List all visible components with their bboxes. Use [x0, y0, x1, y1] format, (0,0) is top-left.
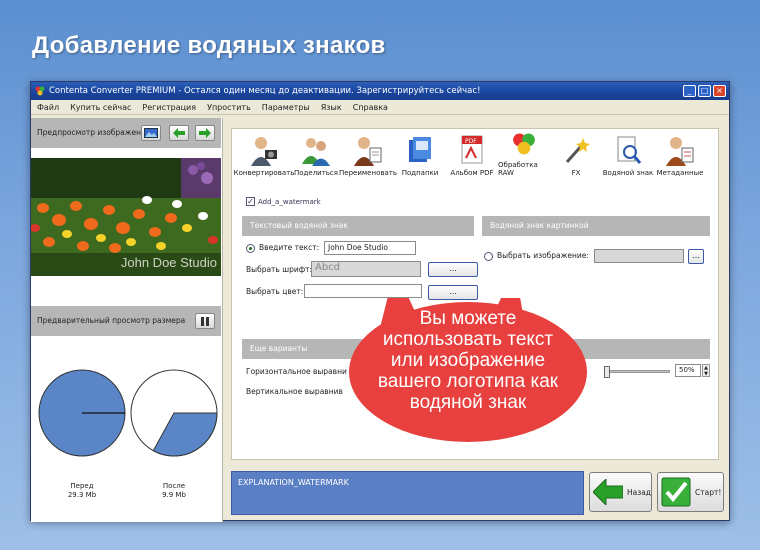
- menu-simplify[interactable]: Упростить: [207, 100, 251, 114]
- before-label: Перед 29.3 Mb: [67, 482, 97, 499]
- choose-image-radio[interactable]: Выбрать изображение:: [484, 251, 589, 261]
- svg-text:PDF: PDF: [465, 138, 477, 145]
- enter-text-radio-dot[interactable]: [246, 243, 255, 253]
- choose-font-button[interactable]: ...: [428, 262, 478, 277]
- tool-pdf-album[interactable]: PDF Альбом PDF: [446, 129, 498, 179]
- pause-icon: [201, 316, 209, 326]
- tool-raw[interactable]: Обработка RAW: [498, 129, 550, 179]
- tool-rename[interactable]: Переименовать: [339, 129, 397, 179]
- tool-metadata[interactable]: Метаданные: [654, 129, 706, 179]
- back-button[interactable]: Назад: [589, 472, 652, 512]
- folders-icon: [409, 137, 431, 162]
- window-title: Contenta Converter PREMIUM - Остался оди…: [49, 86, 481, 96]
- opacity-slider-track[interactable]: [604, 370, 670, 373]
- explanation-box: EXPLANATION_WATERMARK: [231, 471, 584, 515]
- size-preview-label: Предварительный просмотр размера: [37, 316, 186, 325]
- menu-bar: Файл Купить сейчас Регистрация Упростить…: [31, 100, 729, 115]
- opacity-slider-thumb[interactable]: [604, 366, 610, 378]
- color-label: Выбрать цвет:: [246, 287, 304, 296]
- menu-language[interactable]: Язык: [321, 100, 342, 114]
- tool-subfolders[interactable]: Подпапки: [394, 129, 446, 179]
- pdf-icon: PDF: [461, 135, 483, 164]
- next-image-button[interactable]: [195, 125, 215, 141]
- watermark-checkbox[interactable]: ✓: [246, 197, 255, 206]
- font-label: Выбрать шрифт:: [246, 265, 313, 274]
- menu-settings[interactable]: Параметры: [262, 100, 310, 114]
- image-path-field[interactable]: [594, 249, 684, 263]
- arrow-right-icon: [199, 128, 211, 138]
- watermark-toggle[interactable]: ✓ Add_a_watermark: [246, 197, 321, 206]
- tool-share[interactable]: Поделиться: [290, 129, 342, 179]
- color-field[interactable]: [304, 284, 422, 298]
- toolbar: Конвертировать Поделиться Переименовать …: [232, 129, 718, 179]
- back-arrow-icon: [593, 479, 623, 505]
- preview-header: Предпросмотр изображения: [31, 118, 221, 148]
- color-balls-icon: [513, 133, 535, 155]
- person-camera-icon: [251, 137, 277, 166]
- image-watermark-group: Водяной знак картинкой: [482, 216, 710, 236]
- pause-button[interactable]: [195, 313, 215, 329]
- minimize-button[interactable]: _: [683, 85, 696, 97]
- watermark-overlay-text: John Doe Studio: [120, 255, 217, 270]
- image-preview: John Doe Studio: [31, 158, 221, 276]
- opacity-spinner[interactable]: ▲ ▼: [702, 364, 710, 377]
- arrow-left-icon: [173, 128, 185, 138]
- tool-fx[interactable]: FX: [550, 129, 602, 179]
- size-pies: Перед 29.3 Mb После 9.9 Mb: [31, 368, 221, 518]
- before-size-pie: [38, 369, 126, 457]
- magic-wand-icon: [565, 138, 590, 163]
- magnifier-document-icon: [617, 136, 642, 164]
- tool-watermark[interactable]: Водяной знак: [602, 129, 654, 179]
- after-size-pie: [130, 369, 218, 457]
- title-bar: Contenta Converter PREMIUM - Остался оди…: [31, 82, 729, 100]
- left-panel: Предпросмотр изображения John Doe Studio…: [31, 118, 223, 522]
- checkmark-icon: [661, 477, 691, 507]
- menu-help[interactable]: Справка: [353, 100, 388, 114]
- preview-image-button[interactable]: [141, 125, 161, 141]
- person-document-icon: [354, 137, 382, 166]
- opacity-value-field[interactable]: 50%: [675, 364, 701, 377]
- text-watermark-group: Текстовый водяной знак: [242, 216, 474, 236]
- tool-convert[interactable]: Конвертировать: [234, 129, 294, 179]
- watermark-checkbox-label: Add_a_watermark: [258, 197, 321, 206]
- close-button[interactable]: ×: [713, 85, 726, 97]
- person-info-icon: [666, 137, 694, 166]
- previous-image-button[interactable]: [169, 125, 189, 141]
- people-icon: [302, 138, 330, 166]
- picture-icon: [144, 128, 158, 138]
- font-preview-field[interactable]: Abcd: [311, 261, 421, 277]
- menu-buy[interactable]: Купить сейчас: [70, 100, 131, 114]
- choose-image-button[interactable]: ...: [688, 249, 704, 264]
- menu-register[interactable]: Регистрация: [142, 100, 196, 114]
- watermark-text-input[interactable]: John Doe Studio: [324, 241, 416, 255]
- callout-text: Вы можете использовать текст или изображ…: [377, 308, 559, 413]
- maximize-button[interactable]: □: [698, 85, 711, 97]
- app-logo-icon: [35, 86, 45, 96]
- start-button[interactable]: Старт!: [657, 472, 724, 512]
- after-label: После 9.9 Mb: [162, 482, 186, 499]
- size-preview-header: Предварительный просмотр размера: [31, 306, 221, 336]
- horizontal-align-label: Горизонтальное выравни: [246, 367, 347, 376]
- promo-title: Добавление водяных знаков: [32, 32, 386, 59]
- preview-header-label: Предпросмотр изображения: [37, 128, 151, 137]
- bottom-gradient: [0, 524, 760, 550]
- menu-file[interactable]: Файл: [37, 100, 59, 114]
- choose-image-radio-dot[interactable]: [484, 251, 493, 261]
- enter-text-radio[interactable]: Введите текст:: [246, 243, 319, 253]
- vertical-align-label: Вертикальное выравнив: [246, 387, 343, 396]
